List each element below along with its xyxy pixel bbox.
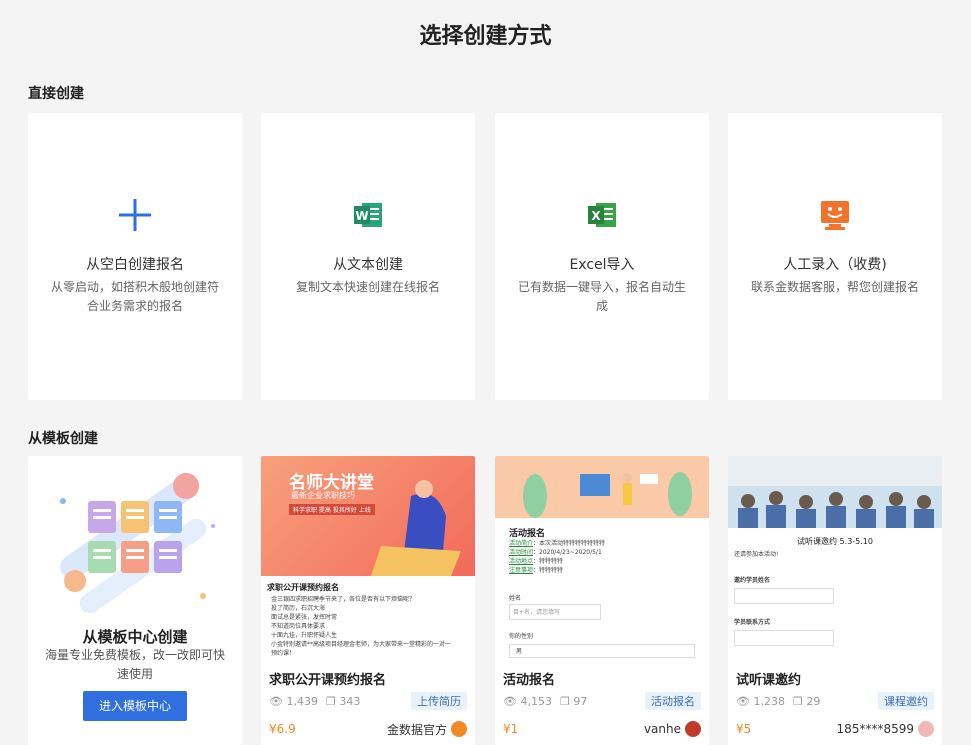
text-create-card[interactable]: W 从文本创建 复制文本快速创建在线报名 [261,113,475,400]
copy-count: 343 [339,694,361,708]
card-desc: 联系金数据客服，帮您创建报名 [750,280,919,294]
template-card-event[interactable]: 活动报名 活动简介：本次活动特特特特特特特 活动时间：2020/4/23~202… [495,456,709,745]
template-tag: 上传简历 [411,692,467,710]
template-title: 活动报名 [503,673,556,688]
copy-icon: ❐ [559,694,570,708]
field-input [734,588,834,604]
thumb-heading: 试听课邀约 5.3-5.10 [797,537,873,546]
template-price: ¥5 [736,722,752,736]
view-count: 1,439 [286,694,318,708]
info-value: 本次活动特特特特特特特 [539,540,606,547]
field-label: 学员联系方式 [734,619,771,626]
thumb-heading: 活动报名 [509,529,546,539]
field-input [734,630,834,646]
field-input: 目+名，请您填写 [509,604,601,620]
template-info: 求职公开课预约报名 👁︎ 1,439 ❐ 343 上传简历 ¥6.9 金数据官方 [261,661,475,745]
manual-entry-card[interactable]: 人工录入（收费) 联系金数据客服，帮您创建报名 [728,113,942,400]
info-label: 活动地点 [509,558,534,565]
info-value: 特特特特 [539,558,564,565]
info-label: 活动简介 [509,540,534,547]
thumb-body: 金三银四求职招聘季节来了，各位是否有以下烦恼呢？ 投了简历，石沉大海 面试总是紧… [271,595,471,658]
view-count: 4,153 [520,694,552,708]
template-price: ¥6.9 [269,722,296,736]
template-thumbnail: 活动报名 活动简介：本次活动特特特特特特特 活动时间：2020/4/23~202… [495,456,709,661]
service-icon [821,201,849,230]
field-option: 男 [509,644,695,658]
copy-count: 29 [806,694,821,708]
view-count: 1,238 [753,694,785,708]
blank-create-card[interactable]: 从空白创建报名 从零启动，如搭积木般地创建符合业务需求的报名 [28,113,242,400]
thumb-line: 十面九挂，升职怀疑人生 [271,632,338,639]
thumb-line: 预约课！ [271,650,296,657]
template-thumbnail: 试听课邀约 5.3-5.10 还请参加本活动! 邀约学员姓名 学员联系方式 [728,456,942,661]
thumb-line: 小金特别邀请**高级项目经理金老师，为大家带来一堂精彩的一对一 [271,641,452,648]
eye-icon: 👁︎ [736,694,750,708]
card-title: 人工录入（收费) [783,257,887,273]
template-tag: 活动报名 [645,692,701,710]
thumb-subtitle: 还请参加本活动! [734,551,779,558]
template-title: 试听课邀约 [736,673,802,688]
template-info: 试听课邀约 👁︎ 1,238 ❐ 29 课程邀约 ¥5 185****8599 [728,661,942,745]
info-label: 注意事项 [509,567,534,574]
template-create-heading: 从模板创建 [28,431,98,447]
card-desc: 复制文本快速创建在线报名 [295,280,440,294]
thumb-heading: 求职公开课预约报名 [267,583,339,592]
plus-icon [119,199,151,231]
template-center-desc: 海量专业免费模板，改一改即可快速使用 [44,648,225,681]
classroom-photo [728,456,942,528]
copy-icon: ❐ [325,694,336,708]
word-icon: W [354,203,382,227]
thumb-info: 活动简介：本次活动特特特特特特特 活动时间：2020/4/23~2020/5/1… [509,540,606,574]
thumb-line: 面试总是紧张，发挥时常 [271,614,338,621]
eye-icon: 👁︎ [269,694,283,708]
page-title: 选择创建方式 [419,24,552,49]
enter-template-center-button[interactable]: 进入模板中心 [83,691,187,721]
template-tag: 课程邀约 [878,692,934,710]
template-info: 活动报名 👁︎ 4,153 ❐ 97 活动报名 ¥1 vanhe [495,661,709,745]
template-center-illustration [60,473,215,614]
author-avatar [451,721,467,737]
direct-create-heading: 直接创建 [28,86,84,102]
author-name: vanhe [643,722,681,736]
info-value: 特特特特 [539,567,564,574]
author-avatar [685,721,701,737]
field-label: 邀约学员姓名 [734,577,771,584]
excel-icon: X [588,203,616,227]
author-name: 金数据官方 [386,722,447,737]
copy-count: 97 [573,694,588,708]
template-title: 求职公开课预约报名 [269,673,387,688]
template-center-title: 从模板中心创建 [82,628,188,646]
svg-text:W: W [355,209,368,223]
event-illustration [523,472,692,518]
excel-import-card[interactable]: X Excel导入 已有数据一键导入，报名自动生成 [495,113,709,400]
card-desc: 已有数据一键导入，报名自动生成 [517,280,686,313]
card-title: Excel导入 [569,257,635,273]
template-card-trial[interactable]: 试听课邀约 5.3-5.10 还请参加本活动! 邀约学员姓名 学员联系方式 试听… [728,456,942,745]
template-card-job[interactable]: 名师大讲堂 最新企业求职技巧 科学求职 提高 投其所好 上线 求职公开课预约报名… [261,456,475,745]
card-title: 从空白创建报名 [86,257,184,273]
author-name: 185****8599 [836,722,914,736]
template-center-card[interactable]: 从模板中心创建 海量专业免费模板，改一改即可快速使用 进入模板中心 [28,456,242,745]
info-label: 活动时间 [509,549,534,556]
eye-icon: 👁︎ [503,694,517,708]
thumb-line: 金三银四求职招聘季节来了，各位是否有以下烦恼呢？ [271,596,416,603]
card-title: 从文本创建 [333,257,403,273]
svg-text:X: X [591,209,601,223]
info-value: 2020/4/23~2020/5/1 [539,549,602,556]
template-price: ¥1 [503,722,519,736]
field-label: 姓名 [509,595,522,602]
card-desc: 从零启动，如搭积木般地创建符合业务需求的报名 [50,280,219,313]
banner-subtitle: 最新企业求职技巧 [291,491,355,500]
author-avatar [918,721,934,737]
template-thumbnail: 名师大讲堂 最新企业求职技巧 科学求职 提高 投其所好 上线 求职公开课预约报名… [261,456,475,661]
thumb-line: 不知道岗位具体要求 [271,623,326,630]
thumb-line: 投了简历，石沉大海 [271,605,326,612]
copy-icon: ❐ [792,694,803,708]
banner-tag: 科学求职 提高 投其所好 上线 [289,504,375,515]
field-label: 你的性别 [509,633,534,640]
